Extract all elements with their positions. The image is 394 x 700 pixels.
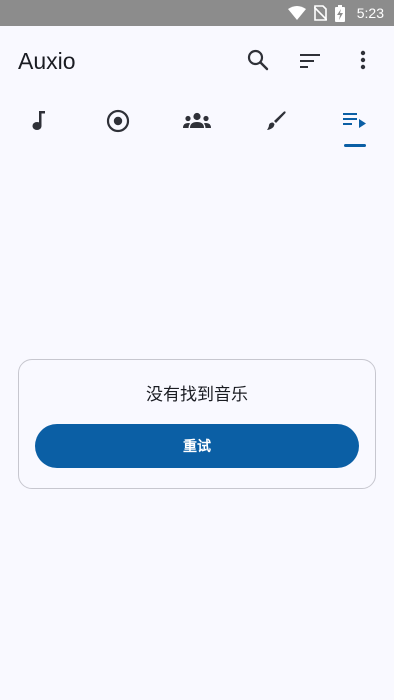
tab-songs[interactable]	[0, 96, 78, 150]
status-time: 5:23	[356, 5, 384, 21]
empty-message: 没有找到音乐	[146, 385, 248, 405]
more-vert-icon	[360, 50, 366, 74]
app-bar: Auxio	[0, 26, 394, 96]
battery-charging-icon	[334, 4, 345, 22]
genre-icon	[265, 110, 287, 136]
tab-artists[interactable]	[158, 96, 236, 150]
status-bar: 5:23	[0, 0, 394, 26]
app-title: Auxio	[18, 48, 76, 74]
tab-playlists[interactable]	[316, 96, 394, 150]
search-button[interactable]	[242, 46, 274, 78]
tab-albums[interactable]	[79, 96, 157, 150]
album-icon	[106, 109, 130, 137]
tab-genres[interactable]	[237, 96, 315, 150]
song-icon	[30, 110, 48, 136]
tab-bar	[0, 96, 394, 150]
more-options-button[interactable]	[347, 46, 379, 78]
playlist-icon	[343, 112, 367, 134]
empty-state-card: 没有找到音乐 重试	[18, 359, 376, 489]
search-icon	[247, 49, 269, 75]
no-sim-icon	[313, 5, 327, 21]
wifi-icon	[287, 6, 306, 20]
selected-tab-indicator	[344, 144, 366, 147]
artist-icon	[183, 112, 211, 134]
sort-icon	[300, 53, 320, 72]
retry-button[interactable]: 重试	[35, 424, 359, 468]
sort-button[interactable]	[294, 46, 326, 78]
